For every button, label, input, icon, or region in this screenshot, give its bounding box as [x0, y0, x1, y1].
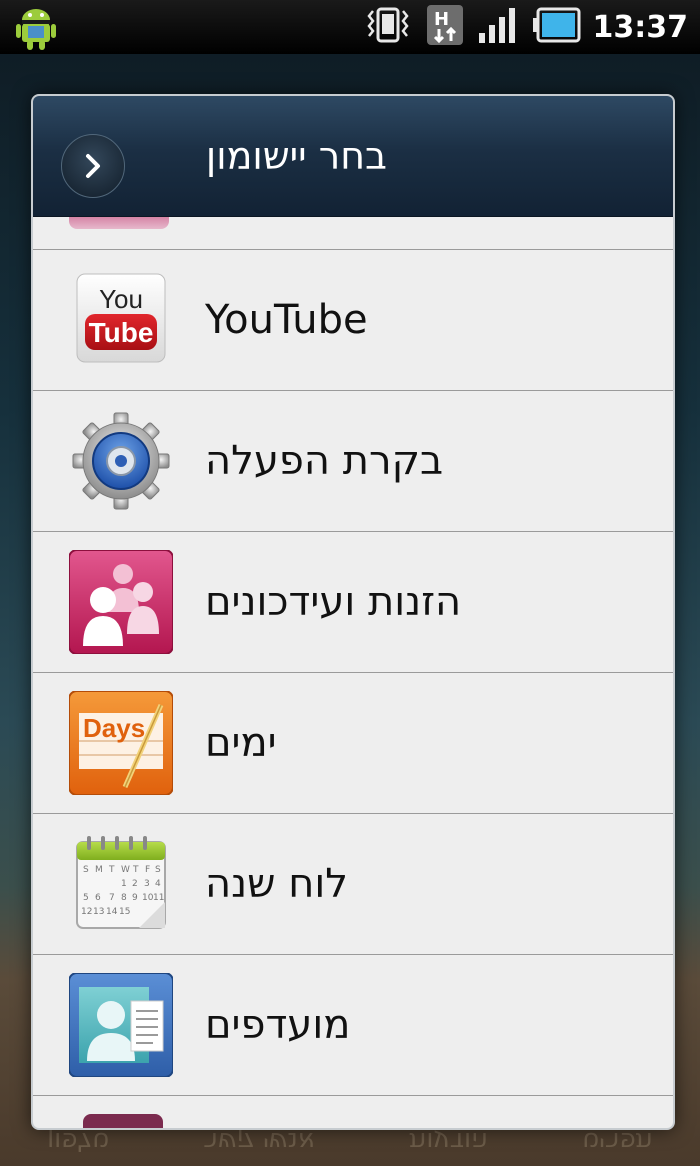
list-item-label: הזנות ועידכונים [205, 579, 462, 625]
svg-text:13: 13 [93, 907, 104, 917]
widget-list[interactable]: You Tube YouTube בקרת הפעלה הזנות ועידכו… [33, 217, 673, 1128]
youtube-icon: You Tube [69, 268, 173, 372]
signal-icon [477, 5, 521, 49]
power-control-gear-icon [69, 409, 173, 513]
svg-text:T: T [108, 865, 115, 875]
svg-text:Days: Days [83, 713, 145, 743]
status-bar: H 13:37 [0, 0, 700, 54]
list-item-days[interactable]: Days ימים [33, 673, 673, 814]
list-item-label: מועדפים [205, 1002, 351, 1048]
svg-text:2: 2 [132, 879, 138, 889]
svg-text:S: S [83, 865, 89, 875]
calendar-icon: SMTWTFS 1234 5 6 7 8 9 10 11 12 13 14 15 [69, 832, 173, 936]
vibrate-icon [363, 5, 413, 49]
svg-text:3: 3 [144, 879, 150, 889]
svg-text:F: F [145, 865, 150, 875]
partial-item-icon [83, 1114, 163, 1128]
battery-icon [532, 7, 581, 47]
svg-text:4: 4 [155, 879, 161, 889]
svg-text:6: 6 [95, 893, 101, 903]
svg-text:8: 8 [121, 893, 127, 903]
dialog-header: בחר יישומון [33, 96, 673, 217]
svg-text:5: 5 [83, 893, 89, 903]
list-item-label: ימים [205, 720, 277, 766]
list-item-power-control[interactable]: בקרת הפעלה [33, 391, 673, 532]
list-item-feeds-updates[interactable]: הזנות ועידכונים [33, 532, 673, 673]
list-item-favorites[interactable]: מועדפים [33, 955, 673, 1096]
android-notification-icon[interactable] [14, 4, 58, 56]
svg-text:W: W [121, 865, 130, 875]
list-item-calendar[interactable]: SMTWTFS 1234 5 6 7 8 9 10 11 12 13 14 15 לוח שנה [33, 814, 673, 955]
svg-text:11: 11 [153, 893, 164, 903]
svg-text:1: 1 [121, 879, 127, 889]
dock-label-menu: תפריט [582, 1126, 653, 1156]
svg-text:12: 12 [81, 907, 92, 917]
partial-list-item[interactable] [33, 217, 673, 250]
svg-text:14: 14 [106, 907, 118, 917]
list-item-label: בקרת הפעלה [205, 438, 444, 484]
svg-text:7: 7 [109, 893, 115, 903]
svg-text:15: 15 [119, 907, 130, 917]
dialog-title: בחר יישומון [205, 134, 387, 178]
svg-text:M: M [95, 865, 103, 875]
list-item-label: YouTube [205, 297, 368, 343]
dock-label-phone: טלפון [47, 1126, 110, 1156]
back-button[interactable] [61, 134, 125, 198]
dock-label-messages: הודעות [409, 1126, 489, 1156]
svg-text:You: You [99, 284, 143, 314]
svg-text:Tube: Tube [89, 317, 154, 348]
choose-widget-dialog: בחר יישומון You Tube YouTube בקרת הפעלה … [31, 94, 675, 1130]
feeds-updates-icon [68, 549, 174, 655]
days-icon: Days [68, 690, 174, 796]
list-item-youtube[interactable]: You Tube YouTube [33, 250, 673, 391]
partial-item-icon [69, 217, 169, 229]
svg-text:10: 10 [142, 893, 154, 903]
list-item-label: לוח שנה [205, 861, 348, 907]
svg-text:T: T [132, 865, 139, 875]
favorites-contact-icon [68, 972, 174, 1078]
partial-list-item[interactable] [33, 1096, 673, 1128]
svg-text:H: H [434, 9, 449, 30]
clock: 13:37 [592, 9, 689, 45]
svg-text:S: S [155, 865, 161, 875]
chevron-right-icon [86, 154, 100, 178]
hsdpa-data-icon: H [425, 3, 465, 51]
dock-label-contacts: אנשי קשר [203, 1126, 316, 1156]
svg-text:9: 9 [132, 893, 138, 903]
